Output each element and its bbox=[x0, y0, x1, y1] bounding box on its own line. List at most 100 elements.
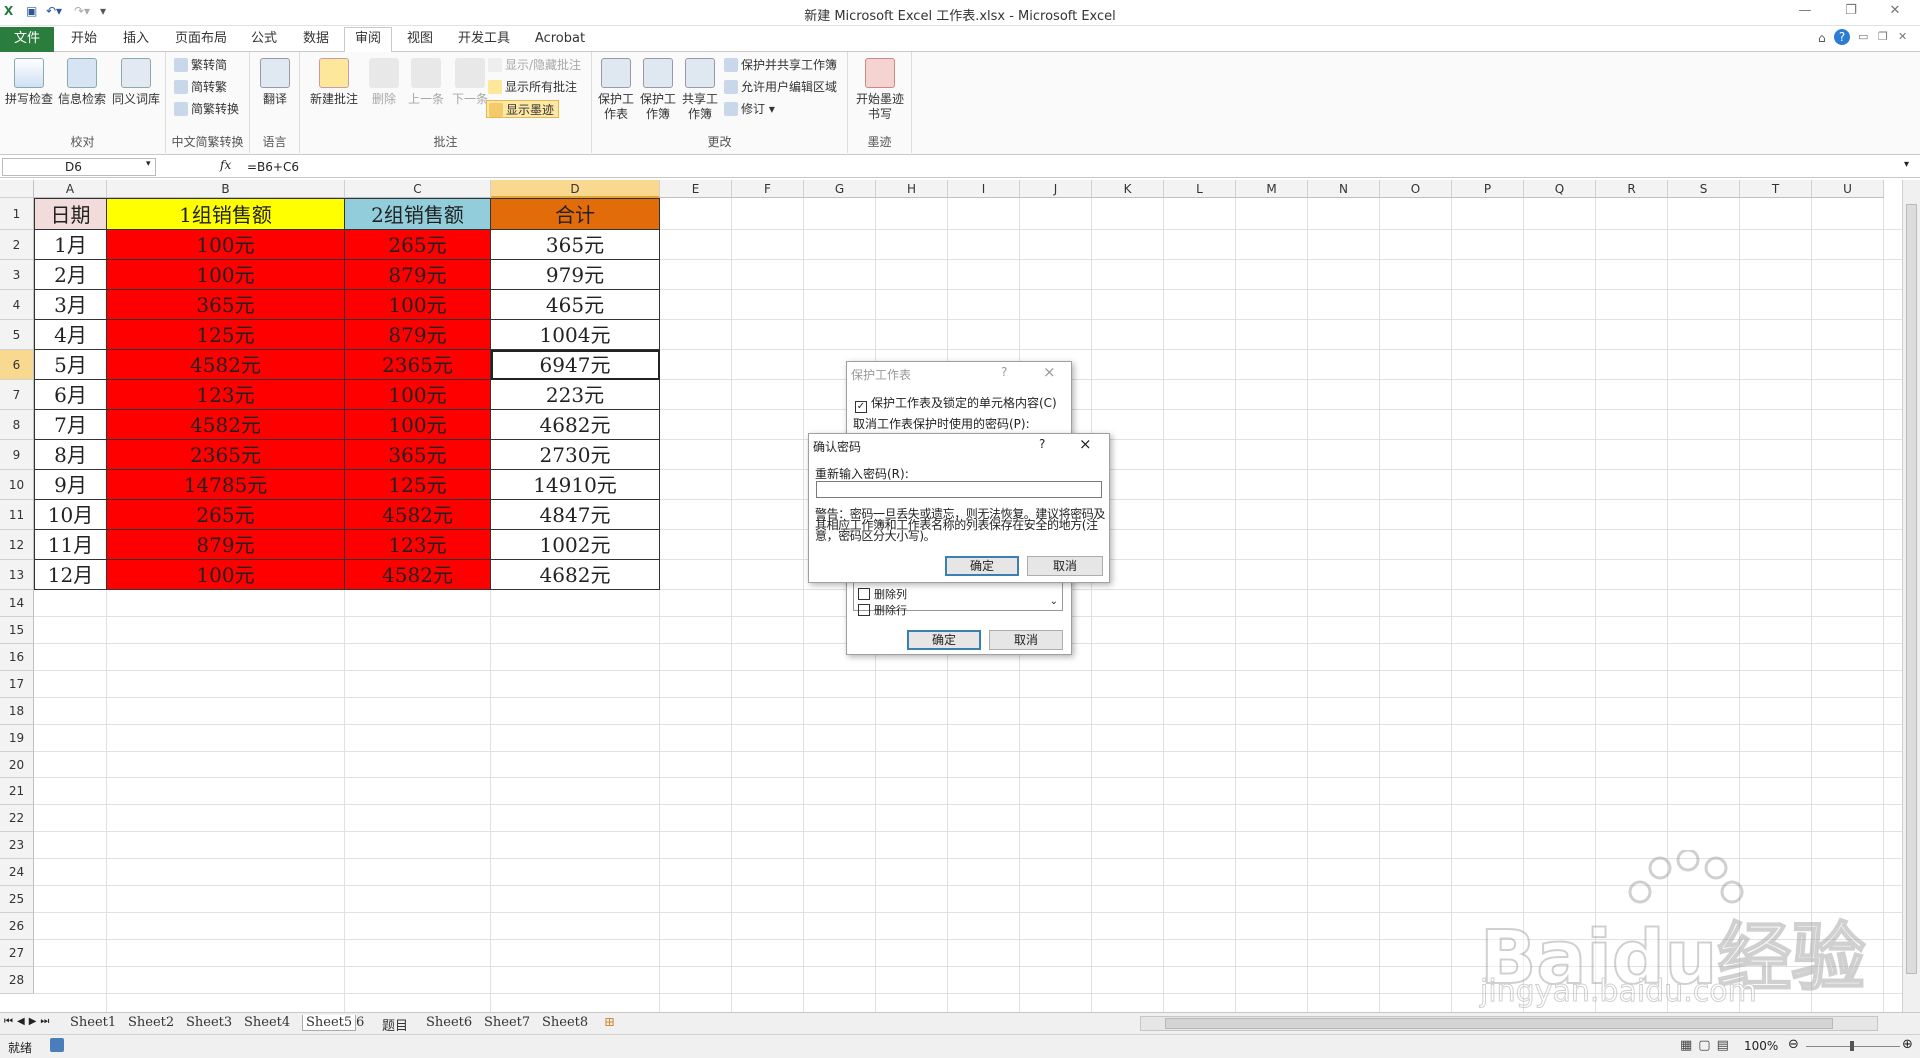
column-header-a[interactable]: A bbox=[34, 180, 107, 198]
column-header-g[interactable]: G bbox=[804, 180, 876, 198]
row-header-17[interactable]: 17 bbox=[0, 671, 34, 698]
fx-icon[interactable]: fx bbox=[220, 158, 231, 172]
table-cell[interactable]: 879元 bbox=[345, 260, 491, 290]
table-cell[interactable]: 4847元 bbox=[491, 500, 660, 530]
table-cell[interactable]: 123元 bbox=[107, 380, 345, 410]
row-header-21[interactable]: 21 bbox=[0, 778, 34, 805]
t2s-button[interactable]: 繁转简 bbox=[174, 56, 227, 74]
protect-contents-checkbox[interactable]: ✓ 保护工作表及锁定的单元格内容(C) bbox=[855, 394, 1057, 413]
confirm-dialog-close-icon[interactable]: × bbox=[1079, 435, 1092, 453]
research-button[interactable]: 信息检索 bbox=[56, 58, 108, 107]
tab-file[interactable]: 文件 bbox=[0, 27, 54, 52]
protect-dialog-close-icon[interactable]: × bbox=[1043, 363, 1056, 381]
horizontal-scrollbar[interactable] bbox=[1140, 1016, 1878, 1031]
vertical-scrollbar[interactable] bbox=[1902, 180, 1920, 1012]
sheet-tab-sheet1[interactable]: Sheet1 bbox=[70, 1015, 116, 1030]
row-header-23[interactable]: 23 bbox=[0, 832, 34, 859]
active-cell-d6[interactable]: 6947元 bbox=[491, 350, 660, 380]
row-header-5[interactable]: 5 bbox=[0, 320, 34, 350]
show-hide-comment-button[interactable]: 显示/隐藏批注 bbox=[488, 56, 581, 74]
column-header-r[interactable]: R bbox=[1596, 180, 1668, 198]
tab-view[interactable]: 视图 bbox=[400, 30, 440, 52]
table-cell[interactable]: 1月 bbox=[34, 230, 107, 260]
table-cell[interactable]: 123元 bbox=[345, 530, 491, 560]
doc-restore-icon[interactable]: ❐ bbox=[1878, 30, 1888, 43]
table-cell[interactable]: 1002元 bbox=[491, 530, 660, 560]
name-box-dropdown-icon[interactable]: ▾ bbox=[146, 159, 151, 169]
insert-sheet-icon[interactable]: ⊞ bbox=[604, 1015, 615, 1030]
table-cell[interactable]: 2730元 bbox=[491, 440, 660, 470]
tab-review[interactable]: 审阅 bbox=[344, 27, 392, 53]
protect-dialog-help-icon[interactable]: ? bbox=[1001, 365, 1007, 379]
table-cell[interactable]: 3月 bbox=[34, 290, 107, 320]
share-workbook-button[interactable]: 共享工作簿 bbox=[680, 58, 720, 122]
restore-icon[interactable]: ❐ bbox=[1836, 3, 1866, 23]
row-header-4[interactable]: 4 bbox=[0, 290, 34, 320]
table-cell[interactable]: 365元 bbox=[491, 230, 660, 260]
view-mode-icons[interactable]: ▦▢▤ bbox=[1680, 1038, 1735, 1053]
protect-cancel-button[interactable]: 取消 bbox=[989, 630, 1063, 650]
translate-button[interactable]: 翻译 bbox=[253, 58, 297, 107]
column-header-o[interactable]: O bbox=[1380, 180, 1452, 198]
row-header-2[interactable]: 2 bbox=[0, 230, 34, 260]
list-item[interactable]: 删除行 bbox=[854, 602, 1062, 618]
tab-data[interactable]: 数据 bbox=[296, 30, 336, 52]
macro-record-icon[interactable] bbox=[50, 1038, 64, 1052]
tab-page-layout[interactable]: 页面布局 bbox=[170, 30, 232, 52]
table-cell[interactable]: 100元 bbox=[345, 410, 491, 440]
table-cell[interactable]: 2365元 bbox=[345, 350, 491, 380]
table-cell[interactable]: 100元 bbox=[345, 380, 491, 410]
table-cell[interactable]: 125元 bbox=[345, 470, 491, 500]
horizontal-scroll-thumb[interactable] bbox=[1165, 1018, 1833, 1029]
row-header-24[interactable]: 24 bbox=[0, 859, 34, 886]
table-cell[interactable]: 5月 bbox=[34, 350, 107, 380]
table-cell[interactable]: 365元 bbox=[107, 290, 345, 320]
thesaurus-button[interactable]: 同义词库 bbox=[110, 58, 162, 107]
column-header-t[interactable]: T bbox=[1740, 180, 1812, 198]
protect-ok-button[interactable]: 确定 bbox=[907, 630, 981, 650]
column-header-f[interactable]: F bbox=[732, 180, 804, 198]
sheet-tab-sheet3[interactable]: Sheet3 bbox=[186, 1015, 232, 1030]
table-cell[interactable]: 365元 bbox=[345, 440, 491, 470]
tab-developer[interactable]: 开发工具 bbox=[452, 30, 516, 52]
column-header-c[interactable]: C bbox=[345, 180, 491, 198]
table-cell[interactable]: 10月 bbox=[34, 500, 107, 530]
formula-input[interactable]: =B6+C6 bbox=[247, 160, 299, 174]
row-header-6[interactable]: 6 bbox=[0, 350, 34, 380]
list-item[interactable]: 删除列 bbox=[854, 586, 1062, 602]
table-cell[interactable]: 14910元 bbox=[491, 470, 660, 500]
column-header-u[interactable]: U bbox=[1812, 180, 1884, 198]
table-cell[interactable]: 2月 bbox=[34, 260, 107, 290]
sheet-tab-6[interactable]: 6 bbox=[356, 1015, 364, 1030]
row-header-18[interactable]: 18 bbox=[0, 698, 34, 725]
sheet-tab-sheet6[interactable]: Sheet6 bbox=[426, 1015, 472, 1030]
table-cell[interactable]: 265元 bbox=[107, 500, 345, 530]
column-header-b[interactable]: B bbox=[107, 180, 345, 198]
row-header-11[interactable]: 11 bbox=[0, 500, 34, 530]
table-cell[interactable]: 879元 bbox=[107, 530, 345, 560]
column-header-h[interactable]: H bbox=[876, 180, 948, 198]
sheet-tab-sheet8[interactable]: Sheet8 bbox=[542, 1015, 588, 1030]
row-header-9[interactable]: 9 bbox=[0, 440, 34, 470]
table-cell[interactable]: 4682元 bbox=[491, 560, 660, 590]
tab-home[interactable]: 开始 bbox=[64, 30, 104, 52]
tab-formulas[interactable]: 公式 bbox=[244, 30, 284, 52]
delete-comment-button[interactable]: 删除 bbox=[364, 58, 404, 107]
row-header-1[interactable]: 1 bbox=[0, 198, 34, 230]
column-header-p[interactable]: P bbox=[1452, 180, 1524, 198]
table-cell[interactable]: 4682元 bbox=[491, 410, 660, 440]
start-inking-button[interactable]: 开始墨迹书写 bbox=[854, 58, 906, 122]
row-header-22[interactable]: 22 bbox=[0, 805, 34, 832]
table-cell[interactable]: 6月 bbox=[34, 380, 107, 410]
table-cell[interactable]: 100元 bbox=[345, 290, 491, 320]
row-header-19[interactable]: 19 bbox=[0, 725, 34, 752]
sheet-nav-arrows-icon[interactable]: ⏮◀▶⏭ bbox=[4, 1016, 53, 1027]
tab-acrobat[interactable]: Acrobat bbox=[530, 30, 590, 52]
name-box[interactable]: D6 bbox=[2, 158, 156, 176]
column-header-n[interactable]: N bbox=[1308, 180, 1380, 198]
row-header-3[interactable]: 3 bbox=[0, 260, 34, 290]
row-header-20[interactable]: 20 bbox=[0, 752, 34, 778]
table-cell[interactable]: 2365元 bbox=[107, 440, 345, 470]
show-all-comments-button[interactable]: 显示所有批注 bbox=[488, 78, 577, 96]
column-header-d[interactable]: D bbox=[491, 180, 660, 198]
